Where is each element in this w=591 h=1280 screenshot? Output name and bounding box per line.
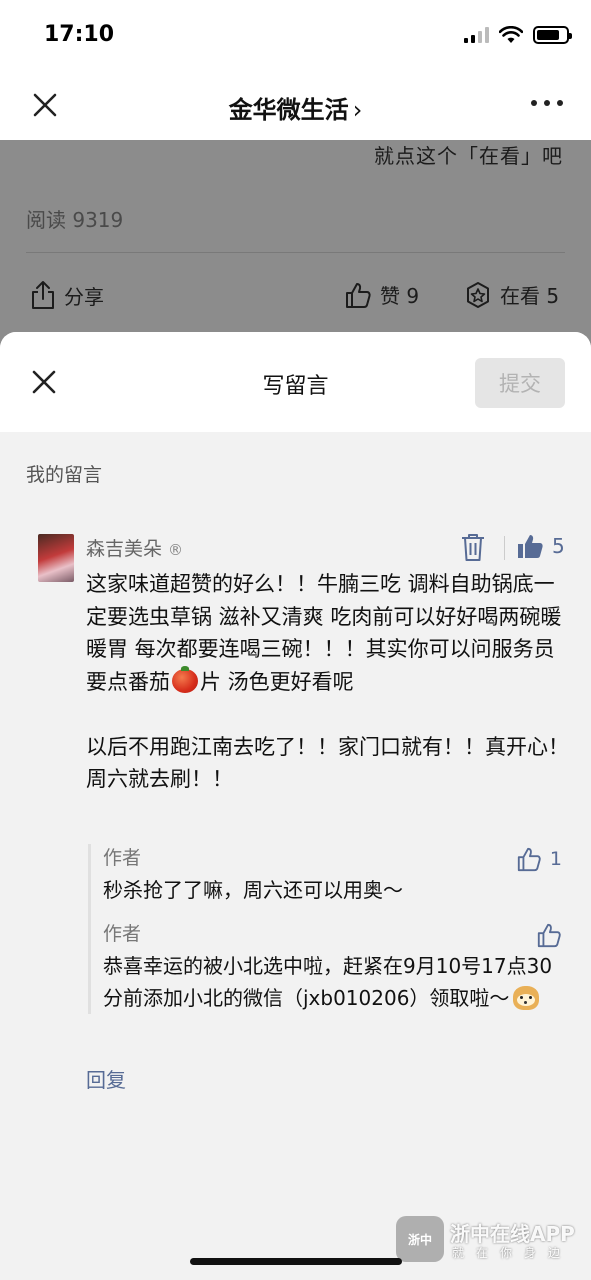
write-comment-sheet: 写留言 提交 我的留言 森吉美朵 ® 5 这家味道超赞的好么！！牛腩三吃 调料自助…	[0, 332, 591, 1280]
status-icons	[464, 26, 572, 44]
reply-author: 作者	[103, 923, 142, 945]
watermark-slogan: 就在你身边	[452, 1246, 573, 1260]
home-indicator[interactable]	[190, 1258, 402, 1265]
more-icon[interactable]	[531, 100, 563, 106]
submit-button[interactable]: 提交	[475, 358, 565, 408]
reply-text-content: 恭喜幸运的被小北选中啦，赶紧在9月10号17点30分前添加小北的微信（jxb01…	[103, 954, 553, 1010]
doge-emoji	[513, 986, 540, 1010]
thumb-up-icon	[517, 847, 541, 872]
avatar[interactable]	[38, 534, 74, 582]
comment-author-name: 森吉美朵	[86, 538, 163, 560]
comment-body: 这家味道超赞的好么！！牛腩三吃 调料自助锅底一定要选虫草锅 滋补又清爽 吃肉前可…	[86, 568, 572, 796]
registered-mark: ®	[168, 541, 184, 559]
author-replies: 作者 秒杀抢了了嘛，周六还可以用奥～ 1 作者 恭喜幸运的被小北选中啦，赶紧在9…	[88, 844, 568, 1014]
watermark-name: 浙中在线APP	[450, 1222, 575, 1246]
divider	[504, 536, 505, 560]
status-bar: 17:10	[0, 0, 591, 70]
sheet-header: 写留言 提交	[0, 332, 591, 432]
navbar: 金华微生活 ›	[0, 70, 591, 140]
reply-like-button[interactable]: 1	[516, 846, 562, 872]
my-comments-label: 我的留言	[26, 464, 103, 486]
signal-icon	[464, 27, 489, 43]
battery-icon	[533, 26, 572, 44]
thumb-up-filled-icon	[518, 535, 543, 558]
account-title[interactable]: 金华微生活 ›	[0, 90, 591, 125]
reply-text: 恭喜幸运的被小北选中啦，赶紧在9月10号17点30分前添加小北的微信（jxb01…	[103, 950, 568, 1014]
thumb-up-icon	[537, 923, 561, 948]
reply-like-count: 1	[549, 848, 562, 870]
status-time: 17:10	[44, 22, 115, 47]
reply-like-button[interactable]	[536, 922, 562, 948]
comment-like-button[interactable]: 5	[516, 532, 565, 560]
chevron-right-icon: ›	[352, 96, 363, 124]
dim-overlay[interactable]	[0, 140, 591, 350]
comment-like-count: 5	[552, 534, 565, 558]
wifi-icon	[499, 26, 523, 43]
tomato-emoji	[172, 665, 198, 693]
reply-text: 秒杀抢了了嘛，周六还可以用奥～	[103, 878, 403, 902]
account-name: 金华微生活	[228, 96, 349, 124]
reply-author: 作者	[103, 847, 142, 869]
reply-link[interactable]: 回复	[86, 1064, 126, 1093]
author-reply: 作者 恭喜幸运的被小北选中啦，赶紧在9月10号17点30分前添加小北的微信（jx…	[91, 920, 568, 1014]
trash-icon[interactable]	[460, 532, 486, 562]
watermark: 浙中 浙中在线APP 就在你身边	[396, 1216, 584, 1268]
comment-author: 森吉美朵 ®	[86, 534, 183, 561]
watermark-logo: 浙中	[396, 1216, 444, 1262]
author-reply: 作者 秒杀抢了了嘛，周六还可以用奥～ 1	[91, 844, 568, 906]
